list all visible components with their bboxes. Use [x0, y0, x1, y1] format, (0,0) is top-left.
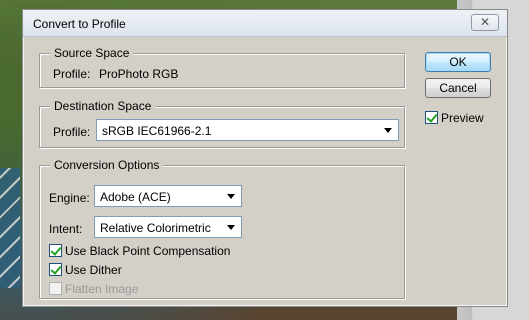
- use-dither-label: Use Dither: [65, 263, 122, 277]
- intent-label: Intent:: [49, 222, 83, 236]
- source-profile-value: ProPhoto RGB: [99, 67, 179, 81]
- close-button[interactable]: ✕: [471, 14, 499, 31]
- source-space-group: Source Space Profile: ProPhoto RGB: [39, 46, 405, 88]
- dialog-title: Convert to Profile: [33, 17, 126, 31]
- ok-button[interactable]: OK: [425, 52, 491, 72]
- conversion-options-group: Conversion Options Engine: Adobe (ACE) I…: [39, 158, 405, 299]
- title-bar[interactable]: Convert to Profile ✕: [23, 10, 507, 37]
- preview-label: Preview: [441, 111, 484, 125]
- source-profile-label: Profile:: [53, 67, 91, 81]
- checkbox-box: [49, 282, 62, 295]
- background-photo-detail: [0, 168, 20, 288]
- close-icon: ✕: [479, 15, 491, 29]
- checkbox-box[interactable]: [49, 263, 62, 276]
- chevron-down-icon: [227, 194, 235, 199]
- destination-space-group: Destination Space Profile: sRGB IEC61966…: [39, 99, 405, 148]
- destination-profile-label: Profile:: [53, 125, 91, 139]
- source-space-legend: Source Space: [50, 46, 134, 60]
- intent-value: Relative Colorimetric: [100, 221, 211, 235]
- black-point-compensation-label: Use Black Point Compensation: [65, 244, 231, 258]
- engine-select[interactable]: Adobe (ACE): [94, 185, 242, 207]
- chevron-down-icon: [384, 128, 392, 133]
- destination-profile-select[interactable]: sRGB IEC61966-2.1: [96, 119, 399, 141]
- checkbox-box[interactable]: [49, 244, 62, 257]
- destination-space-legend: Destination Space: [50, 99, 156, 113]
- checkbox-box[interactable]: [425, 111, 438, 124]
- convert-to-profile-dialog: Convert to Profile ✕ Source Space Profil…: [22, 9, 508, 307]
- intent-select[interactable]: Relative Colorimetric: [94, 216, 242, 238]
- cancel-button[interactable]: Cancel: [425, 78, 491, 98]
- destination-profile-value: sRGB IEC61966-2.1: [102, 124, 212, 138]
- engine-value: Adobe (ACE): [100, 190, 171, 204]
- conversion-options-legend: Conversion Options: [50, 158, 164, 172]
- flatten-image-label: Flatten Image: [65, 282, 139, 296]
- engine-label: Engine:: [49, 191, 90, 205]
- chevron-down-icon: [227, 225, 235, 230]
